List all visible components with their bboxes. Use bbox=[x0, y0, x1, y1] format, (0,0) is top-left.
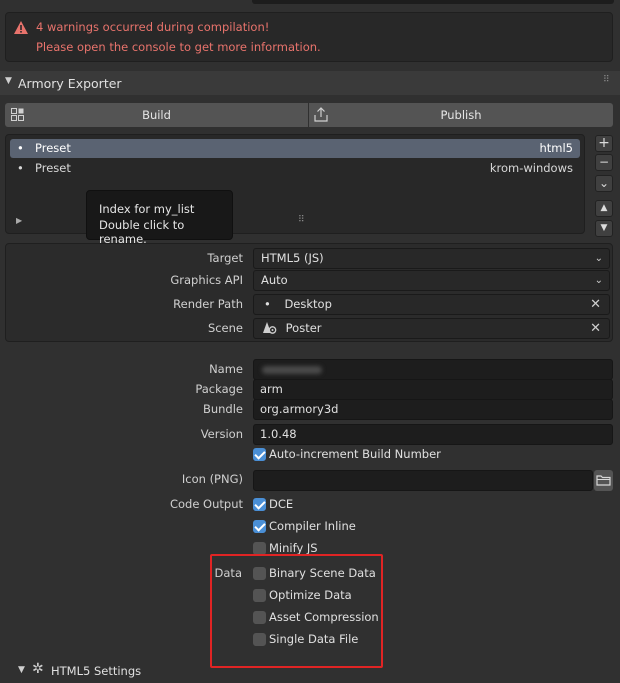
preset-bullet: • bbox=[17, 141, 24, 155]
target-value: HTML5 (JS) bbox=[261, 251, 324, 265]
graphics-api-value: Auto bbox=[261, 273, 288, 287]
chevron-down-icon: ⌄ bbox=[594, 253, 603, 264]
preset-name: Preset bbox=[35, 141, 71, 155]
preset-menu-button[interactable]: ⌄ bbox=[595, 175, 613, 192]
folder-icon bbox=[596, 475, 611, 486]
auto-increment-label: Auto-increment Build Number bbox=[269, 447, 441, 461]
collapse-icon: ▼ bbox=[5, 76, 12, 86]
html5-settings-header[interactable]: ▼ ✲ HTML5 Settings bbox=[0, 660, 620, 683]
highlight-rectangle bbox=[210, 554, 383, 668]
tooltip: Index for my_list Double click to rename… bbox=[86, 190, 233, 246]
target-label: Target bbox=[207, 251, 243, 265]
render-path-label: Render Path bbox=[173, 297, 243, 311]
filter-expand-icon[interactable]: ▶ bbox=[16, 216, 22, 225]
blurred-name bbox=[262, 366, 322, 374]
chevron-down-icon: ⌄ bbox=[598, 176, 610, 190]
name-label: Name bbox=[209, 362, 243, 376]
collapse-icon: ▼ bbox=[18, 665, 25, 675]
top-cutoff-field bbox=[252, 0, 614, 4]
drag-handle-icon[interactable]: ⠿ bbox=[603, 75, 610, 85]
armory-exporter-header[interactable]: ▼ Armory Exporter ⠿ bbox=[0, 71, 620, 95]
tooltip-line-1: Index for my_list bbox=[99, 202, 195, 216]
package-label: Package bbox=[195, 382, 243, 396]
scene-icon bbox=[263, 322, 277, 334]
clear-icon[interactable]: ✕ bbox=[590, 319, 601, 338]
icon-path-field[interactable] bbox=[253, 470, 593, 491]
preset-row[interactable]: • Preset krom-windows bbox=[10, 159, 580, 178]
warning-line-1: 4 warnings occurred during compilation! bbox=[36, 20, 270, 34]
arrow-up-icon: ▲ bbox=[600, 203, 608, 213]
code-output-label: Code Output bbox=[169, 497, 243, 511]
scene-value: Poster bbox=[285, 321, 322, 335]
render-path-icon: • bbox=[264, 297, 271, 311]
warning-line-2: Please open the console to get more info… bbox=[36, 40, 321, 54]
name-field[interactable] bbox=[253, 359, 613, 380]
remove-preset-button[interactable]: − bbox=[595, 154, 613, 171]
version-label: Version bbox=[200, 427, 243, 441]
compiler-inline-label: Compiler Inline bbox=[269, 519, 356, 533]
html5-settings-label: HTML5 Settings bbox=[51, 664, 142, 678]
chevron-down-icon: ⌄ bbox=[594, 275, 603, 286]
tooltip-line-2: Double click to rename. bbox=[99, 218, 185, 246]
build-button[interactable]: Build bbox=[5, 103, 308, 127]
preset-bullet: • bbox=[17, 161, 24, 175]
compiler-inline-checkbox[interactable] bbox=[253, 520, 266, 533]
warning-box: 4 warnings occurred during compilation! … bbox=[5, 12, 613, 62]
preset-target: html5 bbox=[539, 141, 573, 155]
gear-icon: ✲ bbox=[32, 661, 44, 677]
bundle-field[interactable]: org.armory3d bbox=[253, 399, 613, 420]
target-select[interactable]: HTML5 (JS) ⌄ bbox=[253, 248, 610, 269]
list-resize-handle[interactable]: ⠿ bbox=[298, 215, 305, 225]
graphics-api-label: Graphics API bbox=[170, 273, 243, 287]
preset-target: krom-windows bbox=[489, 161, 573, 175]
publish-label: Publish bbox=[440, 108, 482, 122]
bundle-value: org.armory3d bbox=[260, 402, 339, 416]
version-value: 1.0.48 bbox=[260, 427, 297, 441]
minus-icon: − bbox=[598, 155, 610, 169]
package-value: arm bbox=[260, 382, 283, 396]
bundle-label: Bundle bbox=[202, 402, 243, 416]
graphics-api-select[interactable]: Auto ⌄ bbox=[253, 270, 610, 291]
move-down-button[interactable]: ▼ bbox=[595, 220, 613, 237]
panel-title: Armory Exporter bbox=[18, 76, 122, 91]
preset-row[interactable]: • Preset html5 bbox=[10, 139, 580, 158]
clear-icon[interactable]: ✕ bbox=[590, 295, 601, 314]
scene-field[interactable]: Poster ✕ bbox=[253, 318, 610, 339]
plus-icon: + bbox=[598, 135, 610, 151]
publish-button[interactable]: Publish bbox=[309, 103, 613, 127]
scene-label: Scene bbox=[207, 321, 243, 335]
file-browse-button[interactable] bbox=[594, 470, 613, 491]
dce-label: DCE bbox=[269, 497, 294, 511]
package-field[interactable]: arm bbox=[253, 379, 613, 400]
dce-checkbox[interactable] bbox=[253, 498, 266, 511]
preset-name: Preset bbox=[35, 161, 71, 175]
render-path-value: Desktop bbox=[284, 297, 332, 311]
move-up-button[interactable]: ▲ bbox=[595, 200, 613, 217]
build-label: Build bbox=[142, 108, 171, 122]
arrow-down-icon: ▼ bbox=[600, 223, 608, 233]
version-field[interactable]: 1.0.48 bbox=[253, 424, 613, 445]
add-preset-button[interactable]: + bbox=[595, 135, 613, 152]
icon-label: Icon (PNG) bbox=[181, 472, 243, 486]
render-path-field[interactable]: • Desktop ✕ bbox=[253, 294, 610, 315]
warning-icon bbox=[14, 21, 28, 34]
auto-increment-checkbox[interactable] bbox=[253, 448, 266, 461]
